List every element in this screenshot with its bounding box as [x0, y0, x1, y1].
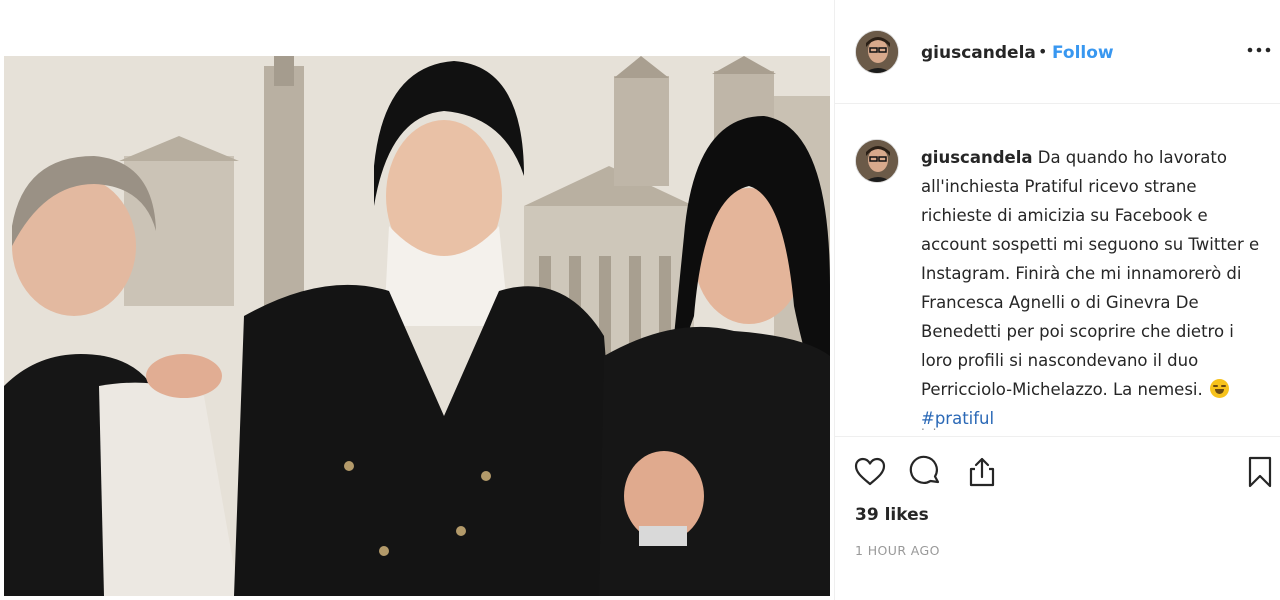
avatar-icon — [856, 140, 898, 182]
share-button[interactable] — [965, 455, 999, 489]
post-side-panel: giuscandela • Follow giuscandela Da quan… — [834, 0, 1280, 600]
photo-illustration — [4, 56, 830, 596]
like-button[interactable] — [853, 455, 887, 489]
post-media-area — [0, 0, 833, 600]
comment-icon — [909, 455, 940, 484]
caption-truncated-marker: . . — [921, 419, 939, 433]
heart-icon — [854, 457, 886, 486]
post-timestamp[interactable]: 1 HOUR AGO — [855, 543, 940, 558]
avatar[interactable] — [855, 30, 899, 74]
caption-username[interactable]: giuscandela — [921, 148, 1033, 167]
separator-dot: • — [1038, 42, 1048, 61]
more-options-icon[interactable] — [1247, 38, 1271, 62]
post-header: giuscandela • Follow — [835, 0, 1280, 104]
post-actions: 39 likes 1 HOUR AGO — [835, 436, 1280, 600]
caption-area: giuscandela Da quando ho lavorato all'in… — [835, 105, 1280, 435]
share-icon — [969, 457, 995, 487]
caption-avatar[interactable] — [855, 139, 899, 183]
comment-button[interactable] — [909, 455, 943, 489]
bookmark-icon — [1248, 456, 1272, 488]
post-username[interactable]: giuscandela — [921, 43, 1036, 63]
laughing-emoji-icon — [1210, 379, 1230, 398]
follow-button[interactable]: Follow — [1052, 43, 1114, 63]
avatar-icon — [856, 31, 898, 73]
post-photo[interactable] — [4, 56, 830, 596]
save-button[interactable] — [1243, 455, 1277, 489]
caption-body: Da quando ho lavorato all'inchiesta Prat… — [921, 148, 1260, 399]
caption-text: giuscandela Da quando ho lavorato all'in… — [921, 143, 1261, 433]
likes-count[interactable]: 39 likes — [855, 505, 929, 525]
